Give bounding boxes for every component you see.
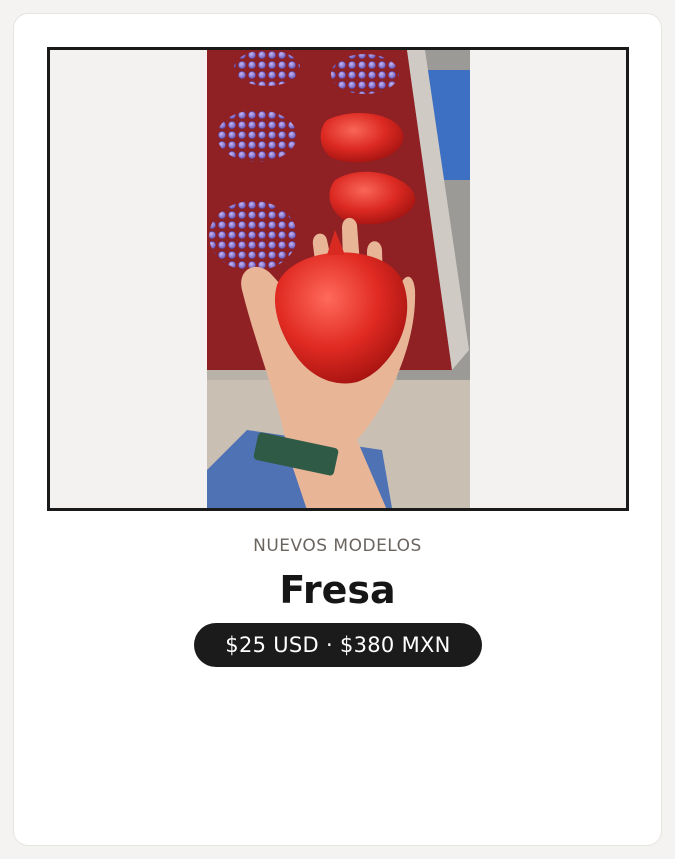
product-image-frame	[47, 47, 629, 511]
product-card: NUEVOS MODELOS Fresa $25 USD · $380 MXN	[14, 14, 661, 845]
product-photo[interactable]	[207, 50, 470, 508]
product-photo-illustration	[207, 50, 470, 508]
price-badge[interactable]: $25 USD · $380 MXN	[194, 623, 482, 667]
product-name: Fresa	[279, 568, 396, 612]
collection-label: NUEVOS MODELOS	[253, 536, 422, 556]
